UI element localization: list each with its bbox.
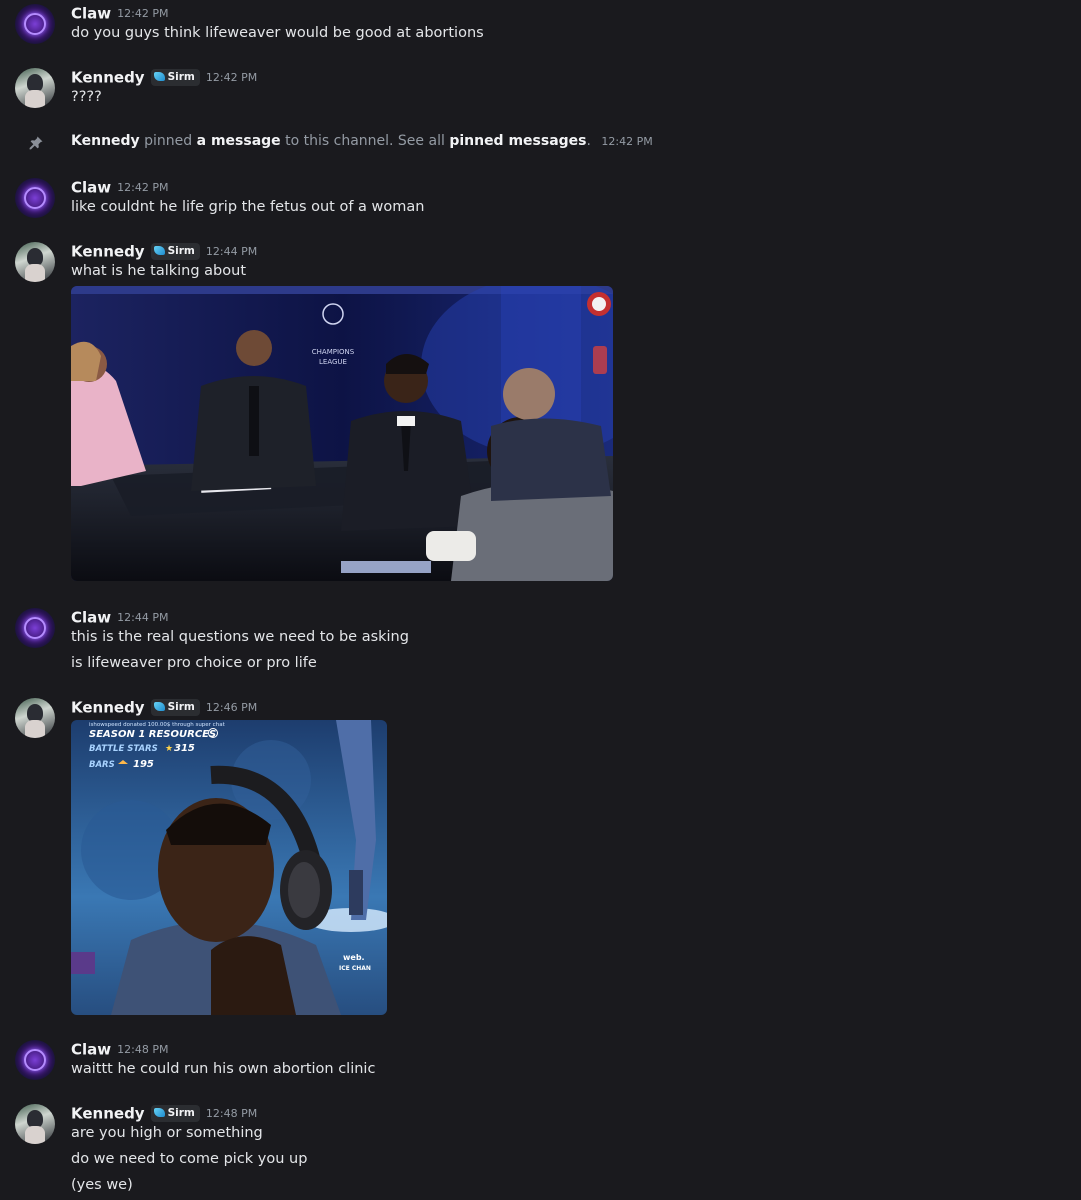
overlay-corner-text: web. bbox=[343, 953, 365, 962]
clan-tag-label: Sirm bbox=[167, 71, 195, 83]
pinned-messages-link[interactable]: pinned messages bbox=[449, 133, 586, 149]
message-text: this is the real questions we need to be… bbox=[71, 629, 409, 645]
avatar[interactable] bbox=[15, 1104, 55, 1144]
system-text: to this channel. See all bbox=[285, 133, 445, 149]
message-text: are you high or something bbox=[71, 1125, 263, 1141]
message-text: do you guys think lifeweaver would be go… bbox=[71, 25, 484, 41]
overlay-corner-text: ICE CHAN bbox=[339, 965, 371, 972]
clan-tag-label: Sirm bbox=[167, 245, 195, 257]
overlay-label: BARS bbox=[89, 760, 115, 770]
gif-image: ishowspeed donated 100.00$ through super… bbox=[71, 720, 387, 1015]
username[interactable]: Kennedy bbox=[71, 243, 145, 261]
avatar[interactable] bbox=[15, 1040, 55, 1080]
timestamp: 12:44 PM bbox=[205, 245, 258, 258]
leaf-icon bbox=[153, 246, 165, 255]
leaf-icon bbox=[153, 72, 165, 81]
logo-text: LEAGUE bbox=[319, 358, 347, 366]
leaf-icon bbox=[153, 702, 165, 711]
username[interactable]: Claw bbox=[71, 1041, 111, 1059]
avatar[interactable] bbox=[15, 242, 55, 282]
username[interactable]: Claw bbox=[71, 179, 111, 197]
message-text: do we need to come pick you up bbox=[71, 1151, 308, 1167]
timestamp: 12:42 PM bbox=[117, 7, 169, 20]
gif-image: CHAMPIONS LEAGUE bbox=[71, 286, 613, 581]
clan-tag-label: Sirm bbox=[167, 1107, 195, 1119]
svg-text:★: ★ bbox=[165, 744, 173, 754]
avatar[interactable] bbox=[15, 68, 55, 108]
clan-tag[interactable]: Sirm bbox=[150, 243, 200, 260]
message-text: what is he talking about bbox=[71, 263, 247, 279]
avatar[interactable] bbox=[15, 4, 55, 44]
clan-tag-label: Sirm bbox=[167, 701, 195, 713]
message-text: (yes we) bbox=[71, 1177, 133, 1193]
avatar[interactable] bbox=[15, 178, 55, 218]
timestamp: 12:48 PM bbox=[117, 1043, 169, 1056]
clan-tag[interactable]: Sirm bbox=[150, 699, 200, 716]
pinned-message-link[interactable]: a message bbox=[197, 133, 281, 149]
clan-tag[interactable]: Sirm bbox=[150, 69, 200, 86]
system-verb: pinned bbox=[144, 133, 193, 149]
system-actor[interactable]: Kennedy bbox=[71, 133, 140, 149]
timestamp: 12:48 PM bbox=[205, 1107, 258, 1120]
leaf-icon bbox=[153, 1108, 165, 1117]
message-text: is lifeweaver pro choice or pro life bbox=[71, 655, 317, 671]
username[interactable]: Claw bbox=[71, 609, 111, 627]
overlay-value: 315 bbox=[174, 743, 195, 754]
username[interactable]: Kennedy bbox=[71, 69, 145, 87]
avatar[interactable] bbox=[15, 608, 55, 648]
message-text: ???? bbox=[71, 89, 102, 105]
chat-log: Claw 12:42 PM do you guys think lifeweave… bbox=[0, 0, 1081, 1200]
timestamp: 12:42 PM bbox=[205, 71, 258, 84]
username[interactable]: Claw bbox=[71, 5, 111, 23]
timestamp: 12:46 PM bbox=[205, 701, 258, 714]
timestamp: 12:42 PM bbox=[117, 181, 169, 194]
avatar[interactable] bbox=[15, 698, 55, 738]
overlay-label: BATTLE STARS bbox=[89, 744, 158, 754]
overlay-text: ishowspeed donated 100.00$ through super… bbox=[89, 722, 226, 728]
timestamp: 12:44 PM bbox=[117, 611, 169, 624]
system-text-end: . bbox=[586, 133, 591, 149]
username[interactable]: Kennedy bbox=[71, 699, 145, 717]
timestamp: 12:42 PM bbox=[601, 134, 653, 148]
clan-tag[interactable]: Sirm bbox=[150, 1105, 200, 1122]
pin-icon bbox=[29, 136, 43, 150]
logo-text: CHAMPIONS bbox=[312, 348, 355, 356]
gif-embed-panel[interactable]: CHAMPIONS LEAGUE bbox=[71, 286, 613, 581]
overlay-value: 195 bbox=[133, 759, 154, 770]
message-text: waittt he could run his own abortion cli… bbox=[71, 1061, 376, 1077]
username[interactable]: Kennedy bbox=[71, 1105, 145, 1123]
gif-embed-panel[interactable]: ishowspeed donated 100.00$ through super… bbox=[71, 720, 387, 1015]
overlay-heading: SEASON 1 RESOURCES bbox=[89, 729, 216, 740]
message-text: like couldnt he life grip the fetus out … bbox=[71, 199, 425, 215]
